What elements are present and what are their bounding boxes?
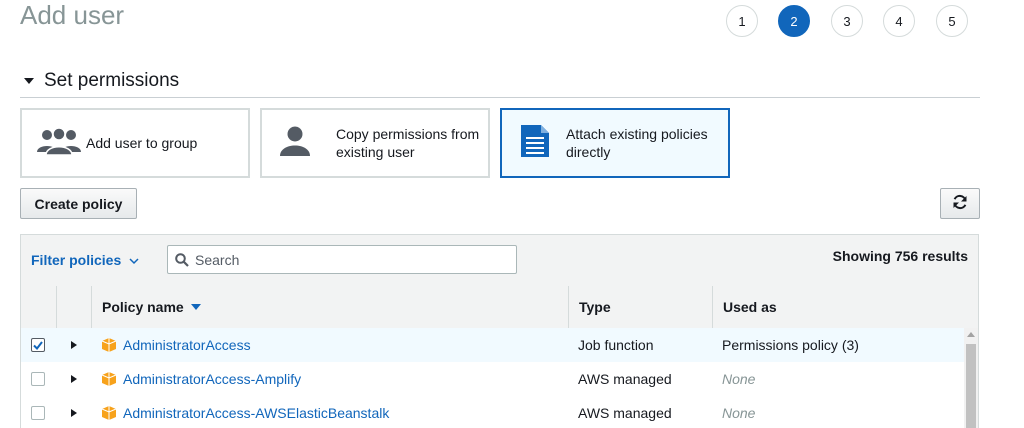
filter-label: Filter policies — [31, 252, 122, 268]
policy-name-link[interactable]: AdministratorAccess-AWSElasticBeanstalk — [123, 405, 389, 421]
section-title: Set permissions — [44, 70, 180, 91]
refresh-icon — [952, 194, 968, 213]
scroll-up-arrow-icon[interactable] — [967, 332, 975, 337]
policy-used-as: Permissions policy (3) — [722, 337, 859, 353]
option-copy-permissions[interactable]: Copy permissions from existing user — [260, 108, 490, 178]
option-attach-policies[interactable]: Attach existing policies directly — [500, 108, 730, 178]
user-icon — [278, 125, 312, 161]
row-checkbox[interactable] — [31, 372, 45, 386]
results-count: Showing 756 results — [832, 248, 968, 264]
expand-row-icon[interactable] — [71, 341, 77, 349]
table-row[interactable]: AdministratorAccess-AWSElasticBeanstalk … — [21, 396, 964, 428]
option-add-to-group[interactable]: Add user to group — [20, 108, 250, 178]
policy-type: AWS managed — [578, 405, 672, 421]
search-icon — [175, 252, 189, 267]
header-expand-column — [56, 286, 91, 328]
step-3[interactable]: 3 — [831, 5, 863, 37]
row-checkbox[interactable] — [31, 406, 45, 420]
table-scrollbar[interactable] — [964, 328, 978, 428]
table-row[interactable]: AdministratorAccess-Amplify AWS managed … — [21, 362, 964, 397]
refresh-button[interactable] — [940, 188, 980, 219]
table-header: Policy name Type Used as — [21, 286, 978, 329]
create-policy-button[interactable]: Create policy — [20, 188, 137, 219]
sort-descending-icon — [190, 304, 201, 310]
step-4[interactable]: 4 — [883, 5, 915, 37]
aws-policy-icon — [101, 371, 117, 387]
page-title: Add user — [20, 0, 125, 30]
option-label: Copy permissions from existing user — [336, 126, 480, 160]
document-icon — [520, 124, 550, 162]
header-used-as[interactable]: Used as — [712, 286, 978, 328]
policy-used-as: None — [722, 371, 756, 387]
policy-used-as: None — [722, 405, 756, 421]
policy-name-link[interactable]: AdministratorAccess-Amplify — [123, 371, 301, 387]
search-input[interactable] — [193, 250, 497, 269]
chevron-down-icon — [129, 252, 139, 268]
checkmark-icon — [33, 340, 43, 350]
aws-policy-icon — [101, 337, 117, 353]
header-select-column — [21, 286, 56, 328]
table-toolbar: Filter policies Showing 756 results — [21, 235, 978, 287]
caret-down-icon — [24, 78, 34, 84]
scrollbar-thumb[interactable] — [966, 344, 976, 428]
option-label: Add user to group — [86, 135, 198, 151]
row-checkbox[interactable] — [31, 338, 45, 352]
policy-type: AWS managed — [578, 371, 672, 387]
table-row[interactable]: AdministratorAccess Job function Permiss… — [21, 328, 964, 363]
search-box — [167, 245, 517, 274]
filter-policies-dropdown[interactable]: Filter policies — [31, 252, 139, 268]
step-2[interactable]: 2 — [778, 5, 810, 37]
set-permissions-header[interactable]: Set permissions — [24, 70, 179, 92]
section-divider — [20, 97, 980, 98]
user-group-icon — [36, 126, 82, 160]
option-label: Attach existing policies directly — [566, 126, 708, 160]
header-type[interactable]: Type — [568, 286, 712, 328]
expand-row-icon[interactable] — [71, 409, 77, 417]
step-5[interactable]: 5 — [936, 5, 968, 37]
expand-row-icon[interactable] — [71, 375, 77, 383]
step-1[interactable]: 1 — [726, 5, 758, 37]
policies-table: Filter policies Showing 756 results Poli… — [20, 234, 979, 428]
header-policy-name[interactable]: Policy name — [91, 286, 568, 328]
aws-policy-icon — [101, 405, 117, 421]
policy-name-link[interactable]: AdministratorAccess — [123, 337, 251, 353]
policy-type: Job function — [578, 337, 654, 353]
